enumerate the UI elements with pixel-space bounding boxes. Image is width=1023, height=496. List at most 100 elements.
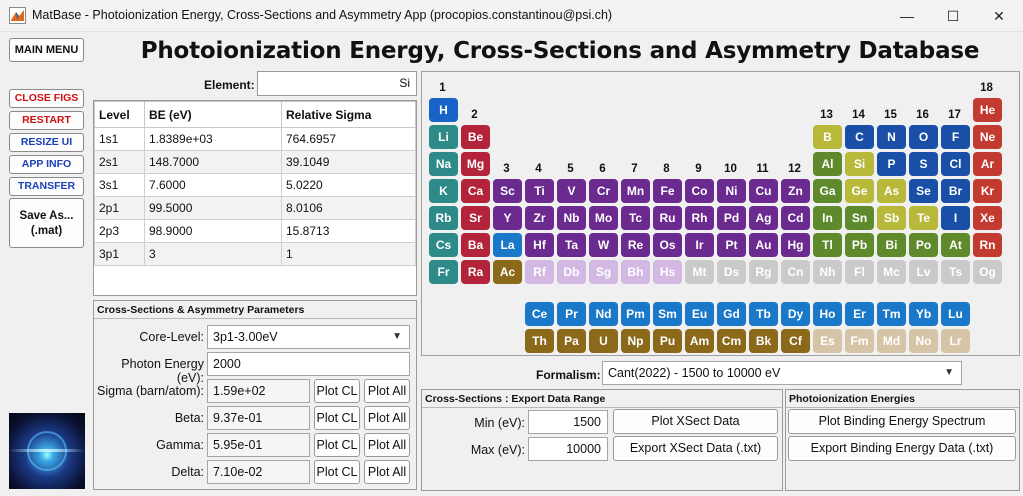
element-tile-s[interactable]: S <box>909 152 938 176</box>
element-tile-pa[interactable]: Pa <box>557 329 586 353</box>
element-tile-tc[interactable]: Tc <box>621 206 650 230</box>
element-tile-o[interactable]: O <box>909 125 938 149</box>
element-tile-b[interactable]: B <box>813 125 842 149</box>
element-tile-dy[interactable]: Dy <box>781 302 810 326</box>
plot-cl-gamma-button[interactable]: Plot CL <box>314 433 360 457</box>
plot-all-delta-button[interactable]: Plot All <box>364 460 410 484</box>
element-tile-ta[interactable]: Ta <box>557 233 586 257</box>
element-tile-rf[interactable]: Rf <box>525 260 554 284</box>
element-tile-os[interactable]: Os <box>653 233 682 257</box>
element-tile-kr[interactable]: Kr <box>973 179 1002 203</box>
table-row[interactable]: 2p1 99.5000 8.0106 <box>94 196 416 220</box>
plot-cl-delta-button[interactable]: Plot CL <box>314 460 360 484</box>
element-tile-ru[interactable]: Ru <box>653 206 682 230</box>
element-tile-fl[interactable]: Fl <box>845 260 874 284</box>
plot-binding-energy-button[interactable]: Plot Binding Energy Spectrum <box>788 409 1016 434</box>
element-tile-ti[interactable]: Ti <box>525 179 554 203</box>
element-tile-cr[interactable]: Cr <box>589 179 618 203</box>
element-tile-ir[interactable]: Ir <box>685 233 714 257</box>
element-tile-pb[interactable]: Pb <box>845 233 874 257</box>
element-tile-w[interactable]: W <box>589 233 618 257</box>
element-tile-gd[interactable]: Gd <box>717 302 746 326</box>
export-binding-energy-button[interactable]: Export Binding Energy Data (.txt) <box>788 436 1016 461</box>
element-tile-i[interactable]: I <box>941 206 970 230</box>
table-row[interactable]: 3s1 7.6000 5.0220 <box>94 173 416 197</box>
element-tile-u[interactable]: U <box>589 329 618 353</box>
element-tile-md[interactable]: Md <box>877 329 906 353</box>
element-tile-pt[interactable]: Pt <box>717 233 746 257</box>
element-tile-bh[interactable]: Bh <box>621 260 650 284</box>
element-tile-se[interactable]: Se <box>909 179 938 203</box>
element-tile-na[interactable]: Na <box>429 152 458 176</box>
element-tile-co[interactable]: Co <box>685 179 714 203</box>
element-tile-cm[interactable]: Cm <box>717 329 746 353</box>
relative-sigma-cell[interactable]: 8.0106 <box>281 196 416 220</box>
level-cell[interactable]: 3s1 <box>94 173 145 197</box>
transfer-button[interactable]: TRANSFER <box>9 177 84 196</box>
element-tile-rb[interactable]: Rb <box>429 206 458 230</box>
be-cell[interactable]: 99.5000 <box>144 196 282 220</box>
be-cell[interactable]: 98.9000 <box>144 219 282 243</box>
element-tile-pr[interactable]: Pr <box>557 302 586 326</box>
element-tile-hg[interactable]: Hg <box>781 233 810 257</box>
element-tile-fr[interactable]: Fr <box>429 260 458 284</box>
element-tile-al[interactable]: Al <box>813 152 842 176</box>
level-cell[interactable]: 2s1 <box>94 150 145 174</box>
column-header-level[interactable]: Level <box>94 101 145 128</box>
app-info-button[interactable]: APP INFO <box>9 155 84 174</box>
element-tile-ga[interactable]: Ga <box>813 179 842 203</box>
min-ev-input[interactable]: 1500 <box>528 410 608 434</box>
element-tile-rg[interactable]: Rg <box>749 260 778 284</box>
element-tile-sr[interactable]: Sr <box>461 206 490 230</box>
element-tile-yb[interactable]: Yb <box>909 302 938 326</box>
element-tile-ca[interactable]: Ca <box>461 179 490 203</box>
plot-all-gamma-button[interactable]: Plot All <box>364 433 410 457</box>
element-tile-tm[interactable]: Tm <box>877 302 906 326</box>
table-row[interactable]: 3p1 3 1 <box>94 242 416 266</box>
element-tile-fm[interactable]: Fm <box>845 329 874 353</box>
element-tile-sc[interactable]: Sc <box>493 179 522 203</box>
element-tile-si[interactable]: Si <box>845 152 874 176</box>
element-tile-ni[interactable]: Ni <box>717 179 746 203</box>
element-tile-cs[interactable]: Cs <box>429 233 458 257</box>
be-cell[interactable]: 7.6000 <box>144 173 282 197</box>
element-tile-sn[interactable]: Sn <box>845 206 874 230</box>
relative-sigma-cell[interactable]: 15.8713 <box>281 219 416 243</box>
core-level-dropdown[interactable]: 3p1-3.00eV ▼ <box>207 325 410 349</box>
element-tile-k[interactable]: K <box>429 179 458 203</box>
element-tile-og[interactable]: Og <box>973 260 1002 284</box>
element-tile-as[interactable]: As <box>877 179 906 203</box>
element-tile-rh[interactable]: Rh <box>685 206 714 230</box>
element-tile-h[interactable]: H <box>429 98 458 122</box>
element-tile-at[interactable]: At <box>941 233 970 257</box>
element-tile-hf[interactable]: Hf <box>525 233 554 257</box>
element-tile-hs[interactable]: Hs <box>653 260 682 284</box>
element-tile-cl[interactable]: Cl <box>941 152 970 176</box>
element-tile-es[interactable]: Es <box>813 329 842 353</box>
element-tile-be[interactable]: Be <box>461 125 490 149</box>
element-tile-ho[interactable]: Ho <box>813 302 842 326</box>
element-tile-nd[interactable]: Nd <box>589 302 618 326</box>
element-tile-lr[interactable]: Lr <box>941 329 970 353</box>
element-tile-rn[interactable]: Rn <box>973 233 1002 257</box>
element-tile-bk[interactable]: Bk <box>749 329 778 353</box>
element-tile-zr[interactable]: Zr <box>525 206 554 230</box>
element-tile-ac[interactable]: Ac <box>493 260 522 284</box>
element-tile-cd[interactable]: Cd <box>781 206 810 230</box>
plot-all-beta-button[interactable]: Plot All <box>364 406 410 430</box>
element-tile-am[interactable]: Am <box>685 329 714 353</box>
element-tile-mo[interactable]: Mo <box>589 206 618 230</box>
element-tile-in[interactable]: In <box>813 206 842 230</box>
element-tile-no[interactable]: No <box>909 329 938 353</box>
element-tile-mt[interactable]: Mt <box>685 260 714 284</box>
maximize-button[interactable]: ☐ <box>930 0 976 32</box>
formalism-dropdown[interactable]: Cant(2022) - 1500 to 10000 eV ▼ <box>602 361 962 385</box>
element-tile-ag[interactable]: Ag <box>749 206 778 230</box>
element-tile-cn[interactable]: Cn <box>781 260 810 284</box>
element-tile-fe[interactable]: Fe <box>653 179 682 203</box>
plot-cl-beta-button[interactable]: Plot CL <box>314 406 360 430</box>
close-window-button[interactable]: ✕ <box>976 0 1022 32</box>
element-tile-la[interactable]: La <box>493 233 522 257</box>
plot-xsect-data-button[interactable]: Plot XSect Data <box>613 409 778 434</box>
element-tile-mn[interactable]: Mn <box>621 179 650 203</box>
